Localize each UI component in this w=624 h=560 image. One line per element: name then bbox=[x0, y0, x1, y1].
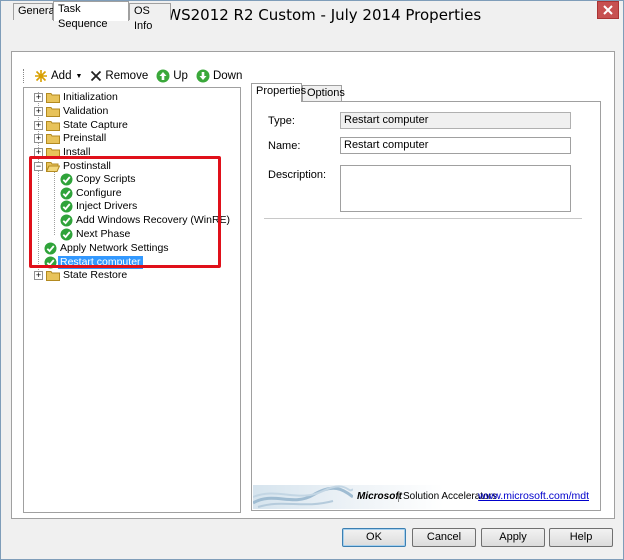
folder-icon bbox=[46, 107, 60, 117]
tree-item-label: State Capture bbox=[63, 119, 128, 131]
name-field[interactable]: Restart computer bbox=[340, 137, 571, 154]
chevron-down-icon: ▼ bbox=[75, 72, 83, 80]
up-label: Up bbox=[173, 70, 188, 82]
banner-swirl-graphic bbox=[253, 485, 353, 508]
properties-panel: Type: Restart computer Name: Restart com… bbox=[251, 101, 601, 511]
cancel-button[interactable]: Cancel bbox=[412, 528, 476, 547]
folder-icon bbox=[46, 121, 60, 131]
apply-button[interactable]: Apply bbox=[481, 528, 545, 547]
close-button[interactable] bbox=[597, 1, 619, 19]
task-sequence-toolbar: Add ▼ Remove Up Down bbox=[23, 66, 244, 86]
ok-button[interactable]: OK bbox=[342, 528, 406, 547]
arrow-up-icon bbox=[156, 69, 170, 83]
help-button[interactable]: Help bbox=[549, 528, 613, 547]
tree-item-label: Initialization bbox=[63, 91, 118, 103]
close-icon bbox=[603, 5, 613, 15]
remove-label: Remove bbox=[105, 70, 149, 82]
mdt-link[interactable]: www.microsoft.com/mdt bbox=[478, 490, 589, 502]
add-label: Add bbox=[51, 70, 72, 82]
expand-icon[interactable]: + bbox=[34, 271, 43, 280]
remove-x-icon bbox=[91, 70, 102, 82]
expand-icon[interactable]: + bbox=[34, 107, 43, 116]
up-button[interactable]: Up bbox=[154, 69, 190, 83]
expand-icon[interactable]: + bbox=[34, 93, 43, 102]
tab-properties[interactable]: Properties bbox=[251, 83, 306, 102]
properties-dialog: TS WS2012 R2 Custom - July 2014 Properti… bbox=[0, 0, 624, 560]
tab-task-sequence[interactable]: Task Sequence bbox=[53, 1, 129, 30]
microsoft-logo: Microsoft bbox=[357, 491, 402, 502]
description-field[interactable] bbox=[340, 165, 571, 212]
expand-icon[interactable]: + bbox=[34, 121, 43, 130]
down-label: Down bbox=[212, 70, 243, 82]
type-label: Type: bbox=[268, 115, 295, 127]
separator bbox=[264, 218, 582, 219]
type-field: Restart computer bbox=[340, 112, 571, 129]
tree-item-label: Validation bbox=[63, 105, 109, 117]
expand-icon[interactable]: + bbox=[34, 134, 43, 143]
tree-item-preinstall[interactable]: + Preinstall bbox=[34, 132, 108, 145]
toolbar-grip bbox=[23, 69, 26, 83]
highlight-annotation-box bbox=[29, 156, 221, 268]
solution-accelerators-banner: Microsoft Solution Accelerators www.micr… bbox=[253, 485, 599, 509]
description-label: Description: bbox=[268, 169, 327, 181]
arrow-down-icon bbox=[196, 69, 210, 83]
tab-general[interactable]: General bbox=[13, 3, 57, 20]
tree-item-state-restore[interactable]: + State Restore bbox=[34, 269, 129, 282]
folder-icon bbox=[46, 271, 60, 281]
tree-item-state-capture[interactable]: + State Capture bbox=[34, 119, 130, 132]
add-sparkle-icon bbox=[35, 70, 47, 82]
down-button[interactable]: Down bbox=[194, 69, 244, 83]
add-button[interactable]: Add ▼ bbox=[32, 69, 84, 83]
details-pane: Properties Options Type: Restart compute… bbox=[251, 83, 601, 515]
tree-item-label: State Restore bbox=[63, 269, 128, 281]
tab-os-info[interactable]: OS Info bbox=[129, 3, 171, 32]
task-sequence-tree[interactable]: + Initialization + Validation + State Ca… bbox=[23, 87, 241, 513]
tree-item-initialization[interactable]: + Initialization bbox=[34, 91, 120, 104]
remove-button[interactable]: Remove bbox=[88, 70, 150, 82]
folder-icon bbox=[46, 93, 60, 103]
tree-item-label: Preinstall bbox=[63, 132, 107, 144]
name-label: Name: bbox=[268, 140, 301, 152]
tree-item-validation[interactable]: + Validation bbox=[34, 105, 110, 118]
folder-icon bbox=[46, 134, 60, 144]
tab-options[interactable]: Options bbox=[302, 85, 345, 102]
